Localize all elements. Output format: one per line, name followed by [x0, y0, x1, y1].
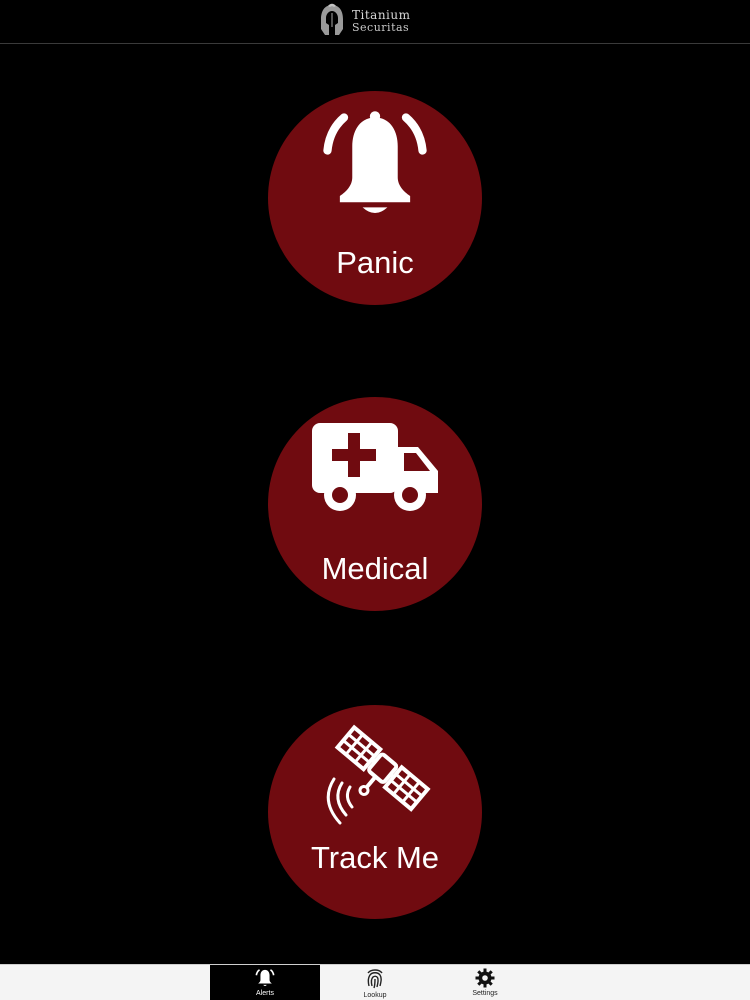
spartan-helmet-icon — [321, 3, 343, 35]
alerts-screen: Titanium Securitas Panic Medical Track M… — [0, 0, 750, 1000]
tab-bar: Alerts Lookup Settings — [0, 964, 750, 1000]
app-header: Titanium Securitas — [0, 0, 750, 44]
medical-label: Medical — [321, 551, 429, 586]
satellite-icon — [326, 724, 431, 825]
tab-alerts-label: Alerts — [256, 990, 274, 997]
app-logo: Titanium Securitas — [318, 2, 434, 40]
ambulance-icon — [312, 423, 438, 511]
logo-title: Titanium — [352, 8, 411, 22]
panic-label: Panic — [336, 245, 414, 280]
tab-lookup-label: Lookup — [363, 992, 387, 999]
tab-alerts[interactable]: Alerts — [210, 965, 320, 1000]
panic-button[interactable]: Panic — [268, 91, 482, 305]
tab-settings[interactable]: Settings — [430, 965, 540, 1000]
tab-lookup[interactable]: Lookup — [320, 965, 430, 1000]
fingerprint-icon — [367, 969, 383, 989]
logo-subtitle: Securitas — [352, 21, 410, 34]
bell-icon — [323, 111, 427, 214]
track-me-button[interactable]: Track Me — [268, 705, 482, 919]
medical-button[interactable]: Medical — [268, 397, 482, 611]
bell-icon — [255, 969, 275, 986]
tab-settings-label: Settings — [472, 990, 498, 997]
gear-icon — [475, 968, 495, 988]
track-me-label: Track Me — [310, 840, 440, 875]
